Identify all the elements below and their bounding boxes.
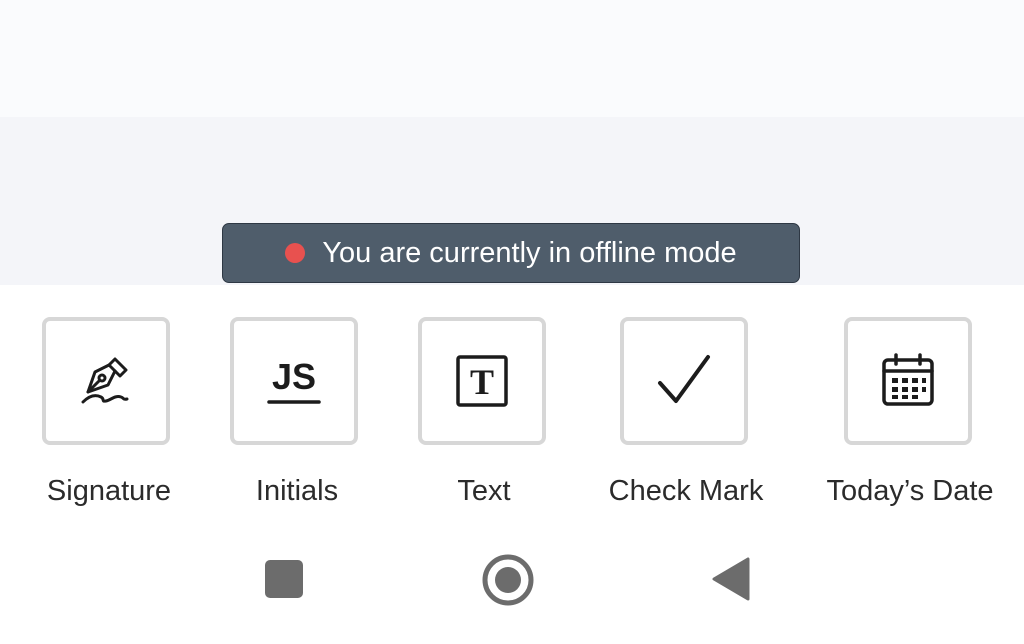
home-button[interactable]: [481, 553, 535, 612]
recents-button[interactable]: [264, 559, 304, 604]
system-navigation-bar: [0, 525, 1024, 644]
initials-icon: JS: [267, 356, 321, 404]
signature-tool-box[interactable]: [42, 317, 170, 445]
field-tools-panel: Signature JS Initials T Text Check Mark …: [0, 285, 1024, 525]
signature-pen-icon: [81, 357, 129, 404]
todays-date-tool-box[interactable]: [844, 317, 972, 445]
check-mark-tool-box[interactable]: [620, 317, 748, 445]
calendar-icon: [882, 353, 934, 406]
initials-tool-box[interactable]: JS: [230, 317, 358, 445]
text-icon-letter: T: [470, 362, 494, 402]
text-tool-box[interactable]: T: [418, 317, 546, 445]
checkmark-icon: [658, 355, 710, 403]
back-button[interactable]: [710, 556, 750, 607]
offline-banner: You are currently in offline mode: [222, 223, 800, 283]
initials-icon-text: JS: [272, 356, 316, 397]
back-triangle-icon: [712, 557, 750, 601]
screen: You are currently in offline mode Signat…: [0, 0, 1024, 644]
offline-banner-text: You are currently in offline mode: [322, 236, 737, 269]
text-box-icon: T: [456, 355, 508, 407]
offline-status-dot: [285, 243, 306, 263]
top-blank-area: [0, 0, 1024, 117]
circle-home-icon: [482, 554, 534, 606]
text-tool-label: Text: [457, 475, 511, 507]
square-icon: [265, 560, 303, 598]
initials-tool-label: Initials: [255, 475, 339, 507]
todays-date-tool-label: Today’s Date: [826, 475, 994, 507]
check-mark-tool-label: Check Mark: [608, 475, 764, 507]
signature-tool-label: Signature: [46, 475, 172, 507]
